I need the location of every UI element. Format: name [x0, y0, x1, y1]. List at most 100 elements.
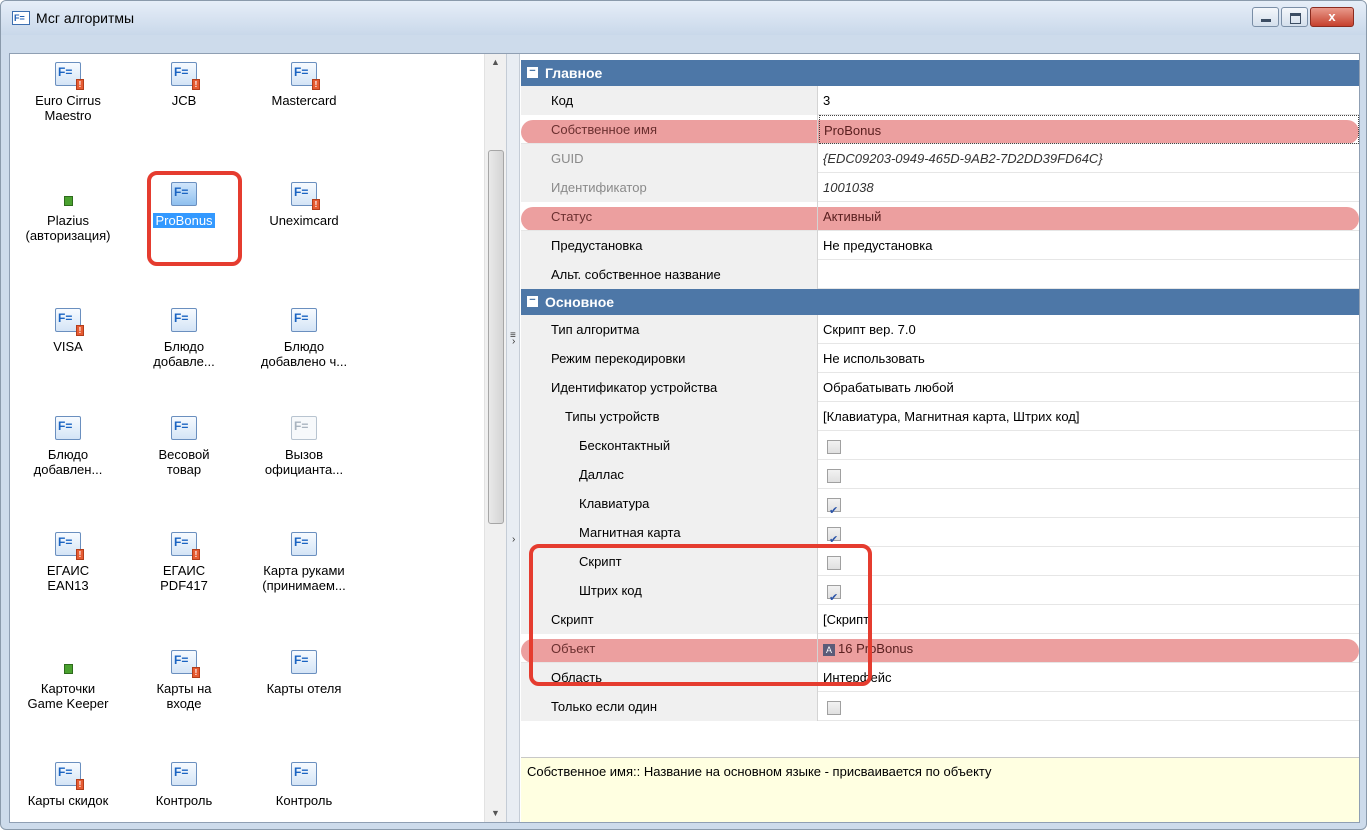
prop-value: 1001038 [823, 180, 874, 195]
algorithm-label: Вызов официанта... [264, 447, 344, 477]
algorithm-label: Блюдо добавлен... [33, 447, 103, 477]
algorithm-label: Контроль [155, 793, 213, 808]
algorithm-label: Контроль [275, 793, 333, 808]
prop-row-code[interactable]: Код 3 [521, 86, 1359, 115]
algorithm-item[interactable]: F= Вызов официанта... [258, 414, 350, 477]
algorithm-item[interactable]: F=! Uneximcard [258, 180, 350, 228]
algorithm-item[interactable]: F=! ЕГАИС EAN13 [22, 530, 114, 593]
script-error-icon: F=! [165, 60, 203, 90]
prop-value[interactable]: Не предустановка [819, 231, 1359, 260]
algorithm-list[interactable]: F=! Euro Cirrus Maestro F=! JCB F=! Mastercar… [10, 54, 506, 822]
algorithm-item[interactable]: Карточки Game Keeper [22, 648, 114, 711]
prop-row-dallas[interactable]: Даллас [521, 460, 1359, 489]
scroll-thumb[interactable] [488, 150, 504, 524]
prop-row-preinstall[interactable]: Предустановка Не предустановка [521, 231, 1359, 260]
script-error-icon: F=! [49, 306, 87, 336]
algorithm-item[interactable]: F= Карты отеля [258, 648, 350, 696]
close-button[interactable]: x [1310, 7, 1354, 27]
collapse-icon[interactable]: − [527, 66, 538, 78]
app-icon: F= [12, 11, 30, 25]
prop-row-guid[interactable]: GUID {EDC09203-0949-465D-9AB2-7D2DD39FD6… [521, 144, 1359, 173]
algorithm-item[interactable]: F=! ЕГАИС PDF417 [138, 530, 230, 593]
prop-row-device-types[interactable]: − Типы устройств [Клавиатура, Магнитная … [521, 402, 1359, 431]
algorithm-item[interactable]: F=! Euro Cirrus Maestro [22, 60, 114, 123]
prop-name: Только если один [535, 692, 818, 721]
prop-value[interactable] [819, 260, 1359, 289]
prop-value[interactable]: Обрабатывать любой [819, 373, 1359, 402]
prop-name: Бесконтактный [535, 431, 818, 460]
prop-value[interactable]: Не использовать [819, 344, 1359, 373]
list-scrollbar[interactable]: ▲ ▼ [484, 54, 506, 822]
algorithm-label: ЕГАИС PDF417 [160, 563, 208, 593]
minimize-button[interactable] [1252, 7, 1279, 27]
script-icon: F= [285, 306, 323, 336]
category-main[interactable]: − Главное [521, 60, 1359, 86]
prop-row-magcard[interactable]: Магнитная карта [521, 518, 1359, 555]
algorithm-label: Блюдо добавле... [153, 339, 215, 369]
algorithm-item[interactable]: F= Весовой товар [138, 414, 230, 477]
maximize-button[interactable] [1281, 7, 1308, 27]
algorithm-item[interactable]: F= Карта руками (принимаем... [258, 530, 350, 593]
script-error-icon: F=! [49, 530, 87, 560]
prop-value[interactable]: [Скрипт] [819, 605, 1359, 634]
algorithm-item[interactable]: F= Блюдо добавлен... [22, 414, 114, 477]
algorithm-item[interactable]: F=! Карты скидок [22, 760, 114, 808]
splitter-arrow-icon[interactable]: › [512, 336, 515, 347]
prop-value[interactable]: Активный [819, 202, 1359, 231]
algorithm-item[interactable]: F= Контроль [138, 760, 230, 808]
algorithm-item[interactable]: F= Контроль [258, 760, 350, 808]
checkbox-dallas[interactable] [827, 468, 841, 483]
algorithm-label: Карта руками (принимаем... [262, 563, 346, 593]
prop-row-only-one[interactable]: Только если один [521, 692, 1359, 721]
category-basic[interactable]: − Основное [521, 289, 1359, 315]
selection-highlight-box [147, 171, 242, 266]
category-label: Главное [545, 65, 603, 81]
algorithm-label: Карты отеля [266, 681, 342, 696]
prop-row-keyboard[interactable]: Клавиатура [521, 489, 1359, 526]
pane-splitter[interactable]: ≡ › › [506, 54, 520, 822]
prop-row-contactless[interactable]: Бесконтактный [521, 431, 1359, 460]
prop-value[interactable]: ProBonus [819, 115, 1359, 144]
script-error-icon: F=! [165, 530, 203, 560]
collapse-icon[interactable]: − [527, 295, 538, 307]
script-icon: F= [49, 414, 87, 444]
scroll-down-icon[interactable]: ▼ [485, 805, 506, 822]
script-icon: F= [165, 760, 203, 790]
title-bar[interactable]: F= Мсг алгоритмы x [1, 1, 1366, 35]
prop-name: Клавиатура [535, 489, 818, 518]
checkbox-keyboard[interactable] [827, 497, 841, 526]
algorithm-item[interactable]: F=! Карты на входе [138, 648, 230, 711]
prop-row-device-id[interactable]: Идентификатор устройства Обрабатывать лю… [521, 373, 1359, 402]
algorithm-label: Карты на входе [156, 681, 212, 711]
algorithm-label: Блюдо добавлено ч... [260, 339, 348, 369]
algorithm-item[interactable]: F= Блюдо добавлено ч... [258, 306, 350, 369]
prop-row-recode[interactable]: Режим перекодировки Не использовать [521, 344, 1359, 373]
prop-value[interactable]: Интерфейс [819, 663, 1359, 692]
algorithm-item[interactable]: F= Блюдо добавле... [138, 306, 230, 369]
algorithm-item[interactable]: F=! Mastercard [258, 60, 350, 108]
device-types-highlight-box [529, 544, 872, 686]
splitter-arrow-icon[interactable]: › [512, 534, 515, 545]
algorithm-label: Mastercard [271, 93, 337, 108]
algorithm-label: Карточки Game Keeper [27, 681, 109, 711]
script-icon: F= [165, 414, 203, 444]
checkbox-magcard[interactable] [827, 526, 841, 555]
prop-row-status[interactable]: Статус Активный [521, 202, 1359, 231]
prop-name: Идентификатор устройства [535, 373, 818, 402]
prop-value[interactable]: Скрипт вер. 7.0 [819, 315, 1359, 344]
prop-name: Типы устройств [535, 402, 818, 431]
prop-row-own-name[interactable]: Собственное имя ProBonus [521, 115, 1359, 144]
prop-row-algo-type[interactable]: Тип алгоритма Скрипт вер. 7.0 [521, 315, 1359, 344]
prop-name: Идентификатор [535, 173, 818, 202]
prop-row-alt-name[interactable]: Альт. собственное название [521, 260, 1359, 289]
checkbox-only-one[interactable] [827, 700, 841, 715]
scroll-up-icon[interactable]: ▲ [485, 54, 506, 71]
algorithm-item[interactable]: Plazius (авторизация) [22, 180, 114, 243]
prop-name: Магнитная карта [535, 518, 818, 547]
prop-value[interactable]: 3 [819, 86, 1359, 115]
algorithm-item[interactable]: F=! VISA [22, 306, 114, 354]
checkbox-contactless[interactable] [827, 439, 841, 454]
prop-row-identifier[interactable]: Идентификатор 1001038 [521, 173, 1359, 202]
algorithm-item[interactable]: F=! JCB [138, 60, 230, 108]
prop-value[interactable]: [Клавиатура, Магнитная карта, Штрих код] [819, 402, 1359, 431]
